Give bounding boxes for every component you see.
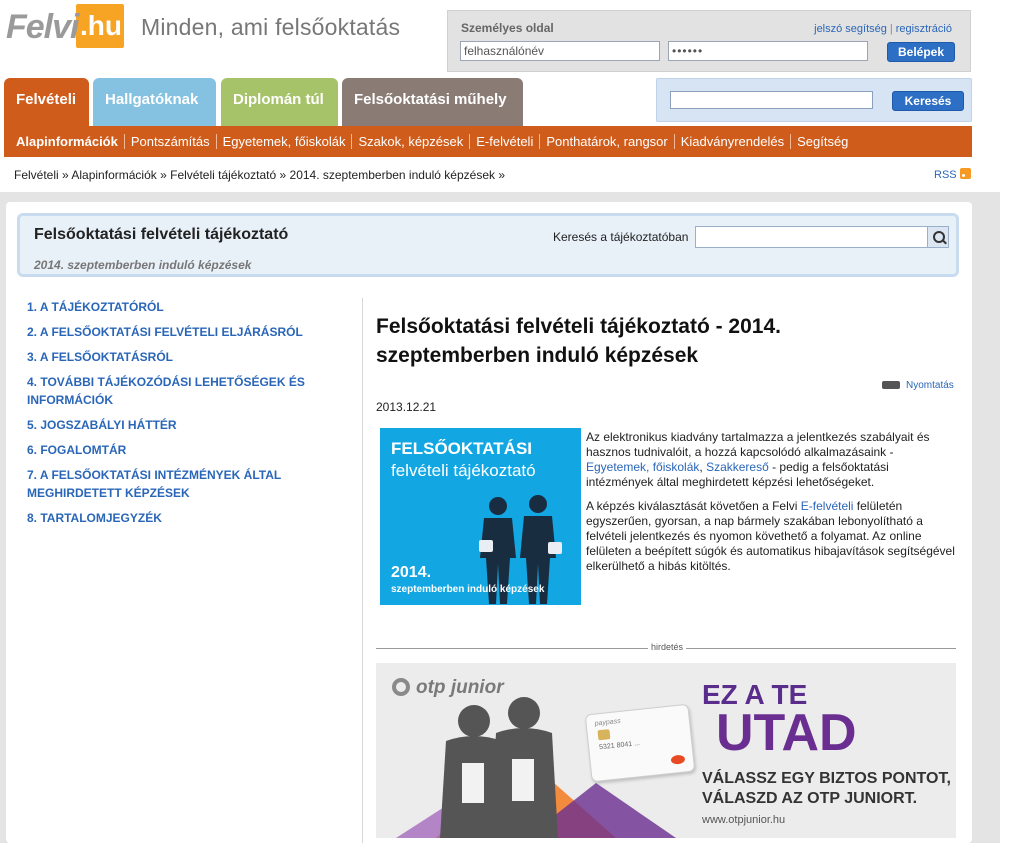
article-body: Az elektronikus kiadvány tartalmazza a j…: [586, 430, 956, 583]
otp-junior-banner[interactable]: otp junior paypass 5321 8041 ... EZ A TE…: [376, 663, 956, 838]
guide-subtitle: 2014. szeptemberben induló képzések: [34, 258, 252, 272]
logo-accent-text: .hu: [80, 10, 122, 41]
cover-year: 2014.: [391, 564, 432, 581]
toc-item[interactable]: 6. FOGALOMTÁR: [27, 441, 327, 459]
print-label: Nyomtatás: [906, 380, 954, 391]
search-icon[interactable]: [927, 226, 949, 248]
login-panel: Személyes oldal jelszó segítség | regisztr…: [447, 10, 971, 72]
subnav-ponthatarok[interactable]: Ponthatárok, rangsor: [539, 134, 673, 149]
login-links: jelszó segítség | regisztráció: [814, 23, 952, 35]
toc-item[interactable]: 2. A FELSŐOKTATÁSI FELVÉTELI ELJÁRÁSRÓL: [27, 323, 327, 341]
site-tagline: Minden, ami felsőoktatás: [141, 14, 401, 40]
login-button[interactable]: Belépek: [887, 42, 955, 62]
paragraph: Az elektronikus kiadvány tartalmazza a j…: [586, 430, 956, 490]
tab-diploman-tul[interactable]: Diplomán túl: [221, 78, 338, 126]
breadcrumb: Felvételi » Alapinformációk » Felvételi …: [14, 168, 505, 182]
brand-text: otp junior: [416, 677, 504, 698]
text: Az elektronikus kiadvány tartalmazza a j…: [586, 430, 930, 459]
guide-search-input[interactable]: [695, 226, 928, 248]
mastercard-icon: [670, 754, 686, 765]
bank-card-image: paypass 5321 8041 ...: [584, 703, 696, 783]
site-search-input[interactable]: [670, 91, 873, 109]
ad-slogan-2: UTAD: [716, 704, 857, 762]
toc-item[interactable]: 3. A FELSŐOKTATÁSRÓL: [27, 348, 327, 366]
breadcrumb-item[interactable]: Felvételi tájékoztató »: [170, 168, 286, 182]
paragraph: A képzés kiválasztását követően a Felvi …: [586, 499, 956, 574]
toc-item[interactable]: 5. JOGSZABÁLYI HÁTTÉR: [27, 416, 327, 434]
cover-line-2: felvételi tájékoztató: [391, 461, 536, 480]
logo-text: Felvi: [6, 8, 79, 46]
ad-slogan-3b: VÁLASZD AZ OTP JUNIORT.: [702, 790, 918, 807]
table-of-contents: 1. A TÁJÉKOZTATÓRÓL 2. A FELSŐOKTATÁSI F…: [27, 298, 327, 534]
username-input[interactable]: [460, 41, 660, 61]
ad-url: www.otpjunior.hu: [702, 814, 786, 826]
subnav-szakok[interactable]: Szakok, képzések: [351, 134, 469, 149]
breadcrumb-item[interactable]: Felvételi »: [14, 168, 69, 182]
register-link[interactable]: regisztráció: [896, 23, 952, 35]
subnav-alapinformaciok[interactable]: Alapinformációk: [16, 134, 124, 149]
szakkereso-link[interactable]: Szakkereső: [706, 460, 769, 474]
password-input[interactable]: [668, 41, 868, 61]
tab-felsooktatasi-muhely[interactable]: Felsőoktatási műhely: [342, 78, 523, 126]
login-title: Személyes oldal: [461, 21, 554, 35]
print-link[interactable]: Nyomtatás: [882, 376, 954, 393]
subnav-pontszamitas[interactable]: Pontszámítás: [123, 134, 216, 149]
column-divider: [362, 298, 363, 843]
text: A képzés kiválasztását követően a Felvi: [586, 499, 801, 513]
breadcrumb-item[interactable]: 2014. szeptemberben induló képzések »: [290, 168, 505, 182]
toc-item[interactable]: 7. A FELSŐOKTATÁSI INTÉZMÉNYEK ÁLTAL MEG…: [27, 466, 327, 502]
card-brand: paypass: [594, 717, 622, 728]
sub-navigation: Alapinformációk Pontszámítás Egyetemek, …: [4, 126, 972, 157]
e-felveteli-link[interactable]: E-felvételi: [801, 499, 854, 513]
toc-item[interactable]: 8. TARTALOMJEGYZÉK: [27, 509, 327, 527]
forgot-password-link[interactable]: jelszó segítség: [814, 23, 887, 35]
guide-title: Felsőoktatási felvételi tájékoztató: [34, 226, 289, 243]
site-search-button[interactable]: Keresés: [892, 91, 964, 111]
breadcrumb-item[interactable]: Alapinformációk »: [71, 168, 166, 182]
tab-hallgatoknak[interactable]: Hallgatóknak: [93, 78, 216, 126]
toc-item[interactable]: 1. A TÁJÉKOZTATÓRÓL: [27, 298, 327, 316]
guide-header-box: Felsőoktatási felvételi tájékoztató 2014…: [17, 213, 959, 277]
toc-item[interactable]: 4. TOVÁBBI TÁJÉKOZÓDÁSI LEHETŐSÉGEK ÉS I…: [27, 373, 327, 409]
otp-logo-icon: [392, 678, 410, 696]
printer-icon: [882, 376, 900, 393]
cover-line-3: szeptemberben induló képzések: [391, 584, 545, 595]
article-title: Felsőoktatási felvételi tájékoztató - 20…: [376, 315, 781, 367]
card-number: 5321 8041 ...: [598, 740, 641, 752]
site-search: Keresés: [656, 78, 972, 122]
felvi-logo[interactable]: Felvi .hu: [6, 4, 124, 48]
egyetemek-link[interactable]: Egyetemek, főiskolák: [586, 460, 699, 474]
tab-felveteli[interactable]: Felvételi: [4, 78, 89, 126]
ad-slogan-3: VÁLASSZ EGY BIZTOS PONTOT, VÁLASZD AZ OT…: [702, 769, 951, 809]
cover-line-1: FELSŐOKTATÁSI: [391, 439, 533, 458]
ad-label: hirdetés: [648, 642, 687, 652]
article-date: 2013.12.21: [376, 400, 437, 414]
subnav-kiadvanyrendeles[interactable]: Kiadványrendelés: [673, 134, 790, 149]
ad-slogan-3a: VÁLASSZ EGY BIZTOS PONTOT,: [702, 770, 951, 787]
subnav-egyetemek[interactable]: Egyetemek, főiskolák: [215, 134, 352, 149]
subnav-segitseg[interactable]: Segítség: [790, 134, 854, 149]
guide-cover-image: FELSŐOKTATÁSI felvételi tájékoztató 2014…: [380, 428, 581, 605]
rss-icon: [959, 168, 971, 179]
otp-brand: otp junior: [392, 677, 504, 699]
rss-link[interactable]: RSS: [934, 168, 971, 181]
link-separator: |: [889, 23, 893, 35]
card-chip-icon: [597, 729, 611, 741]
guide-search-label: Keresés a tájékoztatóban: [553, 230, 689, 244]
rss-label: RSS: [934, 169, 957, 181]
subnav-e-felveteli[interactable]: E-felvételi: [469, 134, 539, 149]
